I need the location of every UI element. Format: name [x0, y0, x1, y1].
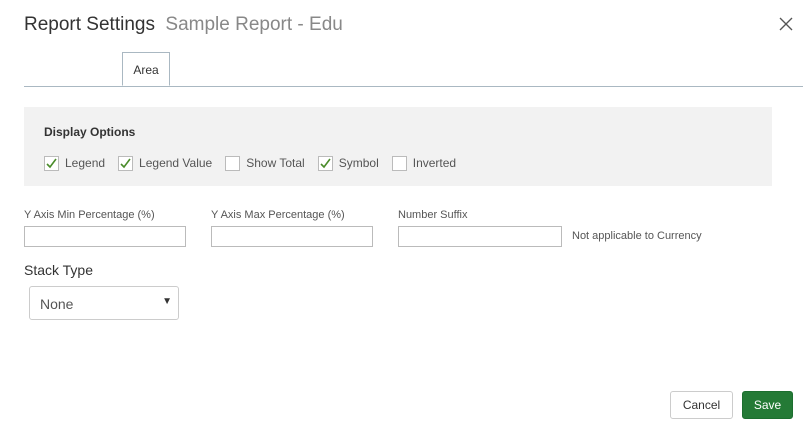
- checkbox-box: [118, 155, 134, 171]
- display-options-checkboxes: Legend Legend Value Show Total Symbol In…: [44, 154, 469, 172]
- number-suffix-input[interactable]: [398, 226, 562, 247]
- show-total-checkbox[interactable]: Show Total: [225, 155, 305, 171]
- stack-type-label: Stack Type: [24, 262, 94, 278]
- display-options-panel: Display Options Legend Legend Value Show…: [24, 107, 772, 186]
- checkmark-icon: [46, 158, 57, 168]
- save-button[interactable]: Save: [742, 391, 793, 419]
- checkbox-box: [391, 155, 407, 171]
- dialog-title: Report Settings Sample Report - Edu: [24, 14, 343, 38]
- number-suffix-label: Number Suffix: [398, 209, 468, 221]
- checkbox-box: [44, 155, 59, 171]
- legend-value-checkbox[interactable]: Legend Value: [118, 155, 213, 171]
- checkmark-icon: [120, 158, 131, 168]
- report-name: Sample Report - Edu: [165, 14, 343, 35]
- stack-type-select[interactable]: None ▼: [29, 286, 179, 320]
- stack-type-value: None: [40, 296, 74, 312]
- legend-value-label: Legend Value: [139, 156, 213, 170]
- close-icon: [779, 17, 793, 31]
- cancel-button[interactable]: Cancel: [670, 391, 733, 419]
- show-total-label: Show Total: [246, 156, 305, 170]
- symbol-checkbox[interactable]: Symbol: [317, 155, 379, 171]
- symbol-label: Symbol: [338, 156, 379, 170]
- display-options-title: Display Options: [44, 125, 136, 139]
- y-min-input[interactable]: [24, 226, 186, 247]
- y-max-input[interactable]: [211, 226, 373, 247]
- close-button[interactable]: [776, 14, 796, 34]
- inverted-checkbox[interactable]: Inverted: [391, 155, 457, 171]
- caret-down-icon: ▼: [162, 296, 172, 307]
- checkbox-box: [225, 155, 241, 171]
- y-min-label: Y Axis Min Percentage (%): [24, 209, 155, 221]
- y-max-label: Y Axis Max Percentage (%): [211, 209, 345, 221]
- checkmark-icon: [320, 158, 331, 168]
- checkbox-box: [317, 155, 333, 171]
- inverted-label: Inverted: [412, 156, 457, 170]
- legend-checkbox[interactable]: Legend: [44, 155, 106, 171]
- number-suffix-note: Not applicable to Currency: [572, 230, 702, 242]
- legend-label: Legend: [65, 156, 106, 170]
- tab-area[interactable]: Area: [122, 52, 170, 86]
- page-title: Report Settings: [24, 14, 155, 35]
